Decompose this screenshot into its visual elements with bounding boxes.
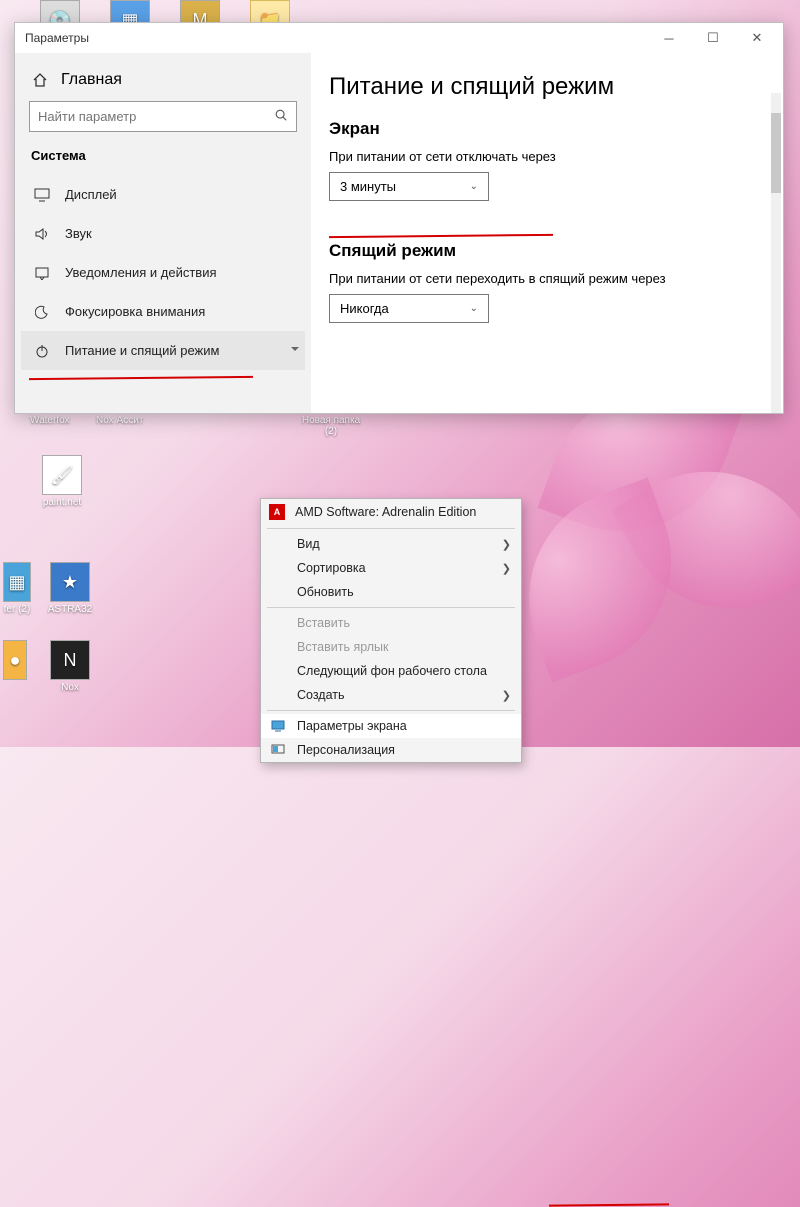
nav-label: Фокусировка внимания [65,304,205,319]
close-button[interactable]: ✕ [735,23,779,53]
cm-label: Следующий фон рабочего стола [297,664,511,678]
minimize-button[interactable]: ─ [647,23,691,53]
cm-paste-shortcut: Вставить ярлык [261,635,521,659]
sleep-label: При питании от сети переходить в спящий … [329,271,757,286]
home-icon [31,72,49,88]
cm-view[interactable]: Вид ❯ [261,532,521,556]
cm-display-settings[interactable]: Параметры экрана [261,714,521,738]
screen-off-label: При питании от сети отключать через [329,149,757,164]
dropdown-value: 3 минуты [340,179,396,194]
nav-label: Звук [65,226,92,241]
cm-refresh[interactable]: Обновить [261,580,521,604]
sound-icon [33,227,51,241]
chevron-right-icon: ❯ [502,562,511,575]
nav-label: Дисплей [65,187,117,202]
search-icon [274,108,288,125]
nav-item-notifications[interactable]: Уведомления и действия [21,253,305,292]
maximize-button[interactable]: ☐ [691,23,735,53]
home-row[interactable]: Главная [21,61,305,101]
dropdown-value: Никогда [340,301,389,316]
desktop-label: Waterfox [30,415,70,426]
desktop-context-menu: A AMD Software: Adrenalin Edition Вид ❯ … [260,498,522,763]
focus-icon [33,305,51,319]
search-box[interactable] [29,101,297,132]
desktop-icon-ter[interactable]: ▦ ter (2) [0,562,34,615]
desktop-label: Новая папка (2) [296,415,366,437]
desktop-icon-label: ter (2) [0,604,34,615]
chevron-right-icon: ❯ [502,538,511,551]
desktop-icon-astra[interactable]: ★ ASTRA32 [40,562,100,615]
desktop-label: Nox Ассит [96,415,143,426]
nav-label: Питание и спящий режим [65,343,219,358]
nav-item-power[interactable]: Питание и спящий режим [21,331,305,370]
cm-label: Сортировка [297,561,492,575]
desktop-icon-nox[interactable]: N Nox [40,640,100,693]
screen-off-dropdown[interactable]: 3 минуты ⌄ [329,172,489,201]
nav-item-sound[interactable]: Звук [21,214,305,253]
cm-next-wallpaper[interactable]: Следующий фон рабочего стола [261,659,521,683]
desktop-icon-label: ASTRA32 [40,604,100,615]
cm-label: Вставить ярлык [297,640,511,654]
sidebar: Главная Система Дисплей Звук [15,53,311,413]
sleep-heading: Спящий режим [329,241,757,261]
cm-new[interactable]: Создать ❯ [261,683,521,707]
cm-label: Вставить [297,616,511,630]
cm-amd-software[interactable]: A AMD Software: Adrenalin Edition [261,499,521,525]
search-input[interactable] [38,109,274,124]
settings-window: Параметры ─ ☐ ✕ Главная Система [14,22,784,414]
annotation-underline [29,376,253,380]
cm-separator [267,607,515,608]
cm-label: Персонализация [297,743,511,757]
sleep-dropdown[interactable]: Никогда ⌄ [329,294,489,323]
notify-icon [33,266,51,280]
window-title: Параметры [25,31,647,45]
nav-item-focus[interactable]: Фокусировка внимания [21,292,305,331]
amd-icon: A [269,504,285,520]
cm-label: Обновить [297,585,511,599]
cm-paste: Вставить [261,611,521,635]
cm-separator [267,710,515,711]
cm-separator [267,528,515,529]
page-title: Питание и спящий режим [329,73,757,101]
cm-sort[interactable]: Сортировка ❯ [261,556,521,580]
nav-label: Уведомления и действия [65,265,217,280]
home-label: Главная [61,71,122,89]
annotation-underline [549,1203,669,1206]
cm-label: AMD Software: Adrenalin Edition [295,505,511,519]
desktop-icon-label: Nox [40,682,100,693]
cm-label: Параметры экрана [297,719,511,733]
desktop-icon-partial[interactable]: ● [0,640,30,682]
power-icon [33,344,51,358]
chevron-down-icon: ⌄ [470,303,478,314]
personalization-icon [269,744,287,756]
display-icon [33,188,51,202]
cm-label: Создать [297,688,492,702]
content-pane: Питание и спящий режим Экран При питании… [311,53,783,413]
nav-item-display[interactable]: Дисплей [21,175,305,214]
chevron-down-icon: ⌄ [470,181,478,192]
section-label: Система [21,144,305,175]
titlebar: Параметры ─ ☐ ✕ [15,23,783,53]
screen-heading: Экран [329,119,757,139]
nav-list: Дисплей Звук Уведомления и действия Фоку… [21,175,305,413]
scrollbar-thumb[interactable] [771,113,781,193]
cm-personalization[interactable]: Персонализация [261,738,521,762]
cm-label: Вид [297,537,492,551]
chevron-right-icon: ❯ [502,689,511,702]
screen-icon [269,720,287,732]
desktop-icon-paintnet[interactable]: 🖌 paint.net [32,455,92,508]
desktop-icon-label: paint.net [32,497,92,508]
scrollbar[interactable] [771,93,781,413]
